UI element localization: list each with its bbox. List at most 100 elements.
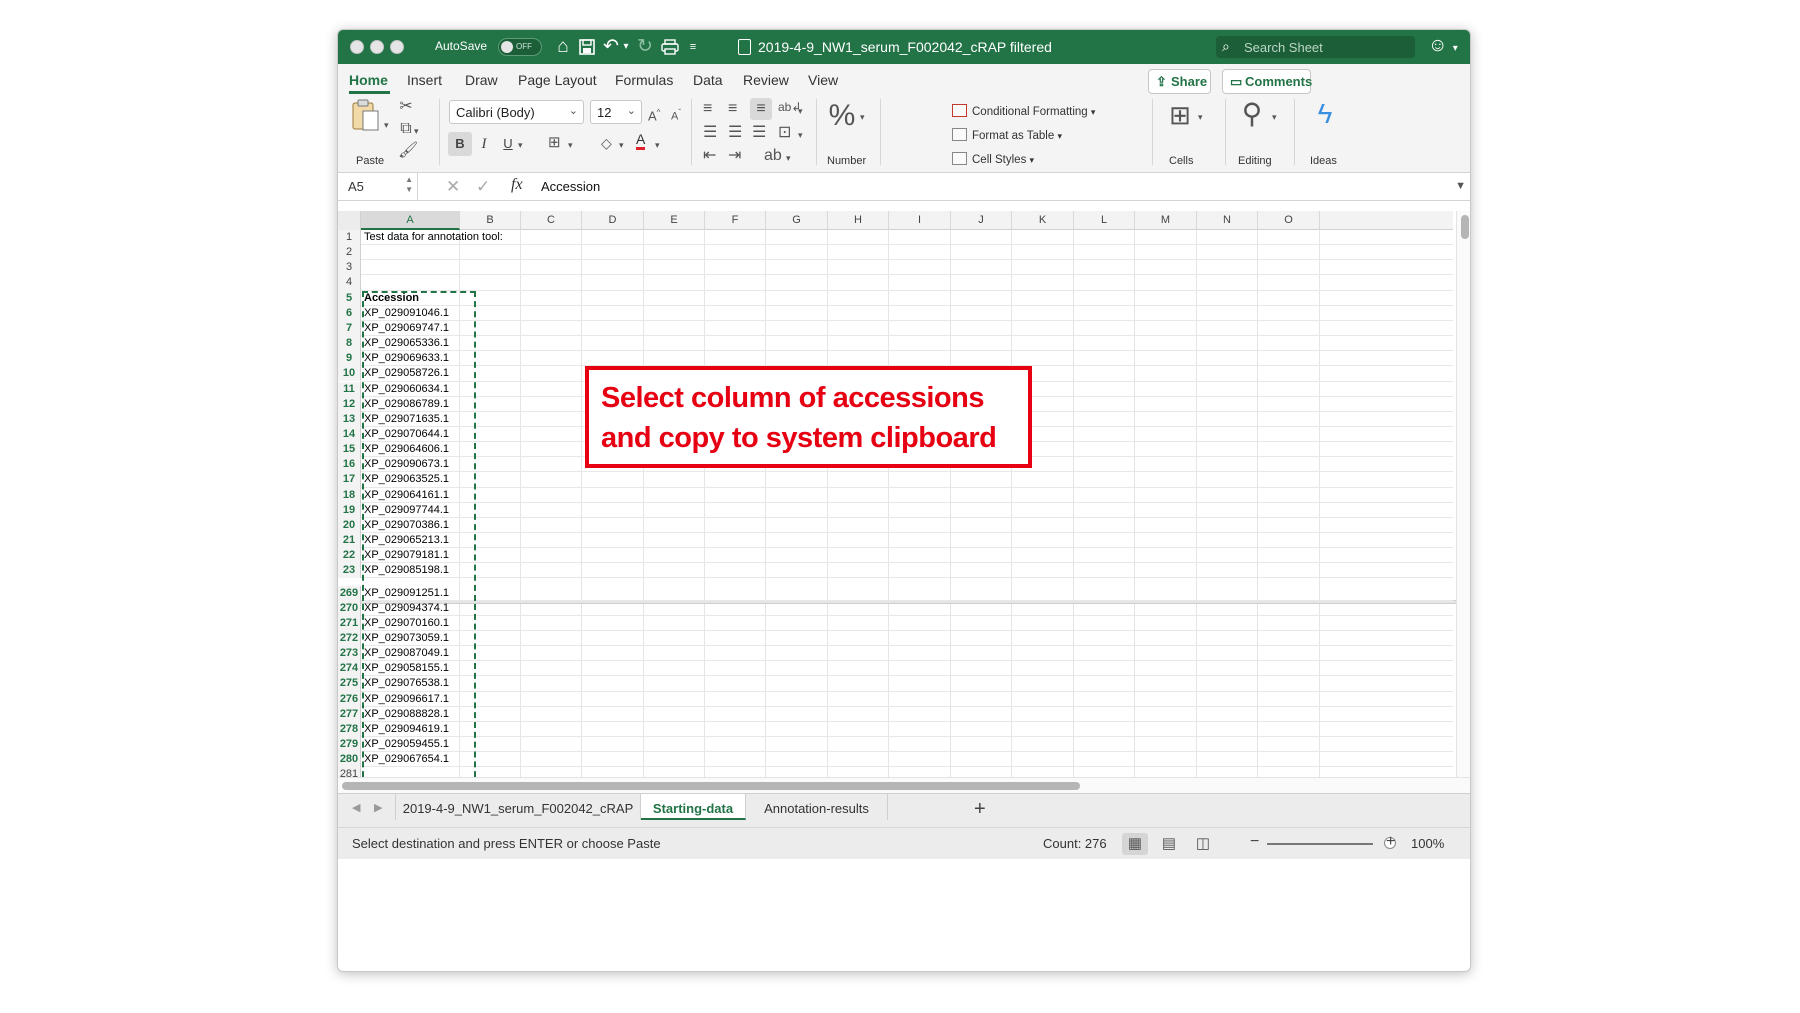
customize-toolbar-icon[interactable]: ≡ [686, 35, 700, 59]
row-header[interactable]: 18 [338, 487, 361, 503]
tab-page-layout[interactable]: Page Layout [518, 72, 597, 88]
decrease-indent-icon[interactable]: ⇤ [703, 147, 716, 165]
sheet-tab-annotation-results[interactable]: Annotation-results [746, 794, 888, 820]
cancel-entry-icon[interactable]: ✕ [446, 177, 460, 197]
zoom-out-button[interactable]: − [1250, 833, 1259, 851]
cells-dropdown-icon[interactable]: ▾ [1198, 108, 1203, 126]
column-header-g[interactable]: G [766, 211, 828, 230]
print-icon[interactable] [658, 35, 682, 59]
editing-dropdown-icon[interactable]: ▾ [1272, 108, 1277, 126]
expand-formula-bar-icon[interactable]: ▼ [1455, 180, 1466, 192]
cell-styles-button[interactable]: Cell Styles ▾ [952, 152, 1034, 166]
row-header[interactable]: 273 [338, 646, 361, 662]
copy-dropdown-icon[interactable]: ▾ [414, 122, 419, 140]
tab-data[interactable]: Data [693, 72, 723, 88]
column-header-c[interactable]: C [521, 211, 582, 230]
increase-indent-icon[interactable]: ⇥ [728, 147, 741, 165]
row-header[interactable]: 15 [338, 442, 361, 458]
column-header-j[interactable]: J [951, 211, 1012, 230]
row-header[interactable]: 23 [338, 563, 361, 579]
underline-dropdown-icon[interactable]: ▾ [518, 136, 523, 154]
column-header-e[interactable]: E [644, 211, 705, 230]
column-header-m[interactable]: M [1135, 211, 1197, 230]
name-box-stepper-icon[interactable]: ▲ ▼ [405, 175, 413, 195]
row-header[interactable]: 277 [338, 706, 361, 722]
increase-font-size-icon[interactable]: A^ [648, 104, 660, 125]
column-header-l[interactable]: L [1074, 211, 1135, 230]
font-name-select[interactable]: Calibri (Body) ⌄ [449, 100, 584, 124]
font-size-select[interactable]: 12 ⌄ [590, 100, 642, 124]
row-header[interactable]: 1 [338, 230, 361, 246]
fill-color-icon[interactable]: ◇ [601, 134, 612, 152]
fill-color-dropdown-icon[interactable]: ▾ [619, 136, 624, 154]
paste-dropdown-icon[interactable]: ▾ [384, 116, 389, 134]
cut-icon[interactable]: ✂ [398, 98, 414, 116]
select-all-corner[interactable] [338, 211, 361, 230]
cells-icon[interactable]: ⊞ [1164, 100, 1196, 130]
column-header-b[interactable]: B [460, 211, 521, 230]
align-right-icon[interactable]: ☰ [752, 124, 766, 142]
align-left-icon[interactable]: ☰ [703, 124, 717, 142]
align-middle-icon[interactable]: ≡ [728, 100, 737, 118]
conditional-formatting-button[interactable]: Conditional Formatting ▾ [952, 104, 1095, 118]
orientation-dropdown-icon[interactable]: ▾ [798, 102, 803, 120]
vertical-scrollbar[interactable] [1456, 211, 1470, 777]
row-header[interactable]: 4 [338, 275, 361, 291]
insert-function-button[interactable]: fx [511, 176, 523, 194]
row-header[interactable]: 272 [338, 630, 361, 647]
tab-review[interactable]: Review [743, 72, 789, 88]
format-painter-icon[interactable]: 🖌 [398, 142, 418, 160]
row-header[interactable]: 279 [338, 737, 361, 753]
row-header[interactable]: 271 [338, 615, 361, 631]
sheet-tab-cRAP[interactable]: 2019-4-9_NW1_serum_F002042_cRAP [395, 794, 641, 820]
column-header-k[interactable]: K [1012, 211, 1074, 230]
row-header[interactable]: 276 [338, 691, 361, 707]
row-header[interactable]: 22 [338, 548, 361, 564]
search-sheet-box[interactable]: ⌕ [1216, 36, 1415, 58]
home-icon[interactable]: ⌂ [552, 35, 574, 59]
row-header[interactable]: 11 [338, 381, 361, 397]
tab-home[interactable]: Home [349, 72, 388, 88]
row-header[interactable]: 6 [338, 305, 361, 321]
number-dropdown-icon[interactable]: ▾ [860, 108, 865, 126]
find-magnifier-icon[interactable]: ⚲ [1236, 98, 1268, 130]
horizontal-scrollbar[interactable] [338, 777, 1470, 793]
row-header[interactable]: 274 [338, 661, 361, 677]
next-sheet-icon[interactable]: ▶ [374, 801, 382, 814]
ideas-lightning-icon[interactable]: ϟ [1310, 98, 1340, 130]
zoom-slider[interactable] [1267, 843, 1373, 845]
autosave-toggle[interactable]: OFF [498, 38, 542, 56]
row-header[interactable]: 3 [338, 260, 361, 276]
share-button[interactable]: ⇪ Share [1148, 69, 1211, 94]
row-header[interactable]: 12 [338, 396, 361, 412]
prev-sheet-icon[interactable]: ◀ [352, 801, 360, 814]
page-layout-view-icon[interactable]: ▤ [1156, 833, 1182, 855]
column-header-d[interactable]: D [582, 211, 644, 230]
vertical-scroll-thumb-top[interactable] [1461, 215, 1469, 239]
normal-view-icon[interactable]: ▦ [1122, 833, 1148, 855]
row-header[interactable]: 9 [338, 351, 361, 367]
undo-dropdown-icon[interactable]: ▾ [620, 35, 632, 59]
row-header[interactable]: 21 [338, 533, 361, 549]
merge-center-icon[interactable]: ⊡ [778, 124, 791, 142]
row-header[interactable]: 19 [338, 502, 361, 518]
row-header[interactable]: 17 [338, 472, 361, 488]
tab-insert[interactable]: Insert [407, 72, 442, 88]
row-header[interactable]: 8 [338, 336, 361, 352]
confirm-entry-icon[interactable]: ✓ [476, 177, 490, 197]
row-header[interactable]: 2 [338, 245, 361, 261]
worksheet-grid[interactable]: ABCDEFGHIJKLMNO 1 Test data for annotatio… [338, 211, 1470, 813]
text-orientation-icon[interactable]: ab [764, 147, 782, 165]
tab-view[interactable]: View [808, 72, 838, 88]
add-sheet-button[interactable]: + [974, 798, 986, 821]
close-window-button[interactable] [350, 40, 364, 54]
font-color-dropdown-icon[interactable]: ▾ [655, 136, 660, 154]
row-header[interactable]: 270 [338, 600, 361, 616]
align-bottom-icon[interactable]: ≡ [750, 98, 772, 120]
column-header-h[interactable]: H [828, 211, 889, 230]
column-header-f[interactable]: F [705, 211, 766, 230]
percent-icon[interactable]: % [827, 99, 857, 133]
undo-icon[interactable]: ↶ [600, 35, 622, 59]
column-header-a[interactable]: A [361, 211, 460, 230]
row-header[interactable]: 278 [338, 721, 361, 737]
